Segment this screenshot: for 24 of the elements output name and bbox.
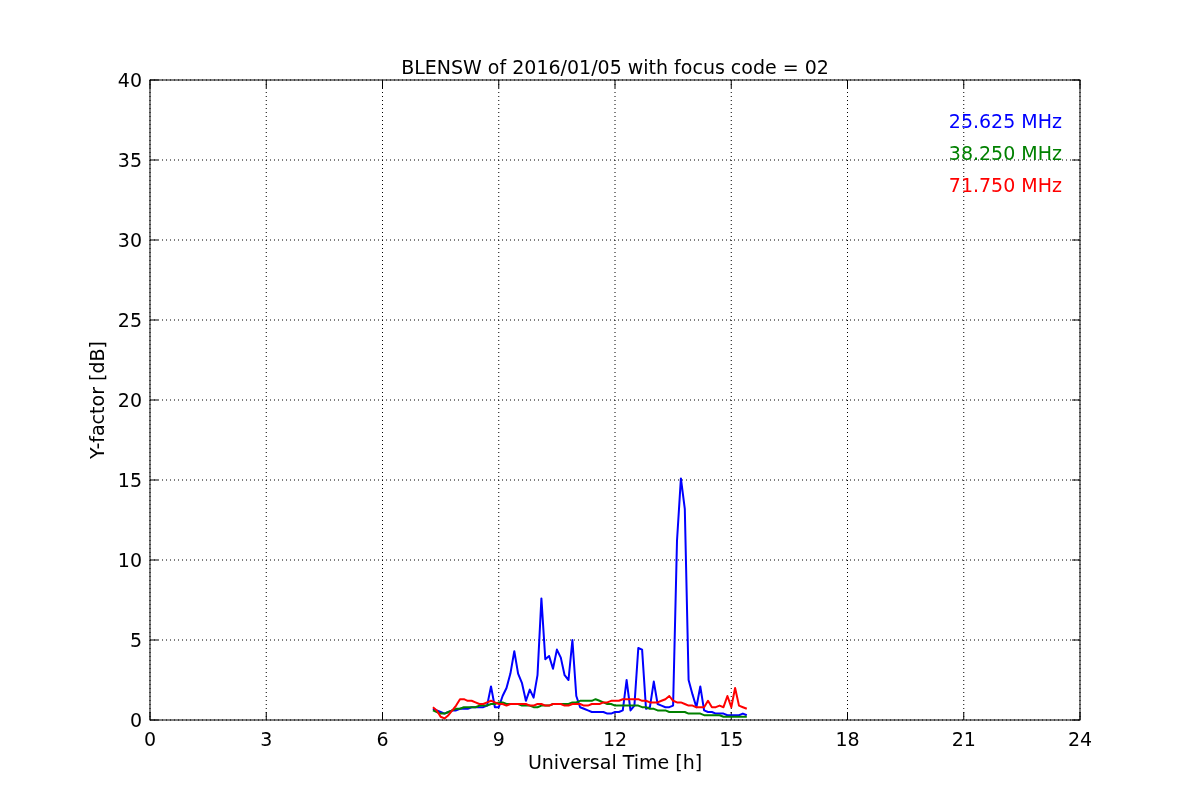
tick-label: 30 — [117, 229, 142, 251]
chart-title: BLENSW of 2016/01/05 with focus code = 02 — [401, 56, 829, 78]
tick-label: 21 — [951, 728, 976, 750]
tick-label: 12 — [602, 728, 628, 750]
tick-label: 24 — [1067, 728, 1093, 750]
tick-label: 9 — [492, 728, 505, 750]
tick-label: 0 — [129, 709, 142, 731]
legend-label: 25.625 MHz — [948, 110, 1062, 132]
tick-label: 3 — [260, 728, 273, 750]
tick-label: 35 — [117, 149, 142, 171]
axis-label: Y-factor [dB] — [86, 341, 108, 459]
legend-label: 38.250 MHz — [948, 142, 1062, 164]
tick-label: 0 — [143, 728, 157, 750]
tick-label: 18 — [835, 728, 860, 750]
tick-label: 15 — [117, 469, 142, 491]
tick-label: 25 — [117, 309, 142, 331]
tick-label: 20 — [117, 389, 142, 411]
tick-label: 40 — [117, 69, 142, 91]
tick-label: 6 — [376, 728, 389, 750]
tick-label: 10 — [117, 549, 142, 571]
tick-label: 15 — [719, 728, 744, 750]
tick-label: 5 — [129, 629, 142, 651]
legend-label: 71.750 MHz — [948, 174, 1062, 196]
axis-label: Universal Time [h] — [527, 751, 703, 773]
